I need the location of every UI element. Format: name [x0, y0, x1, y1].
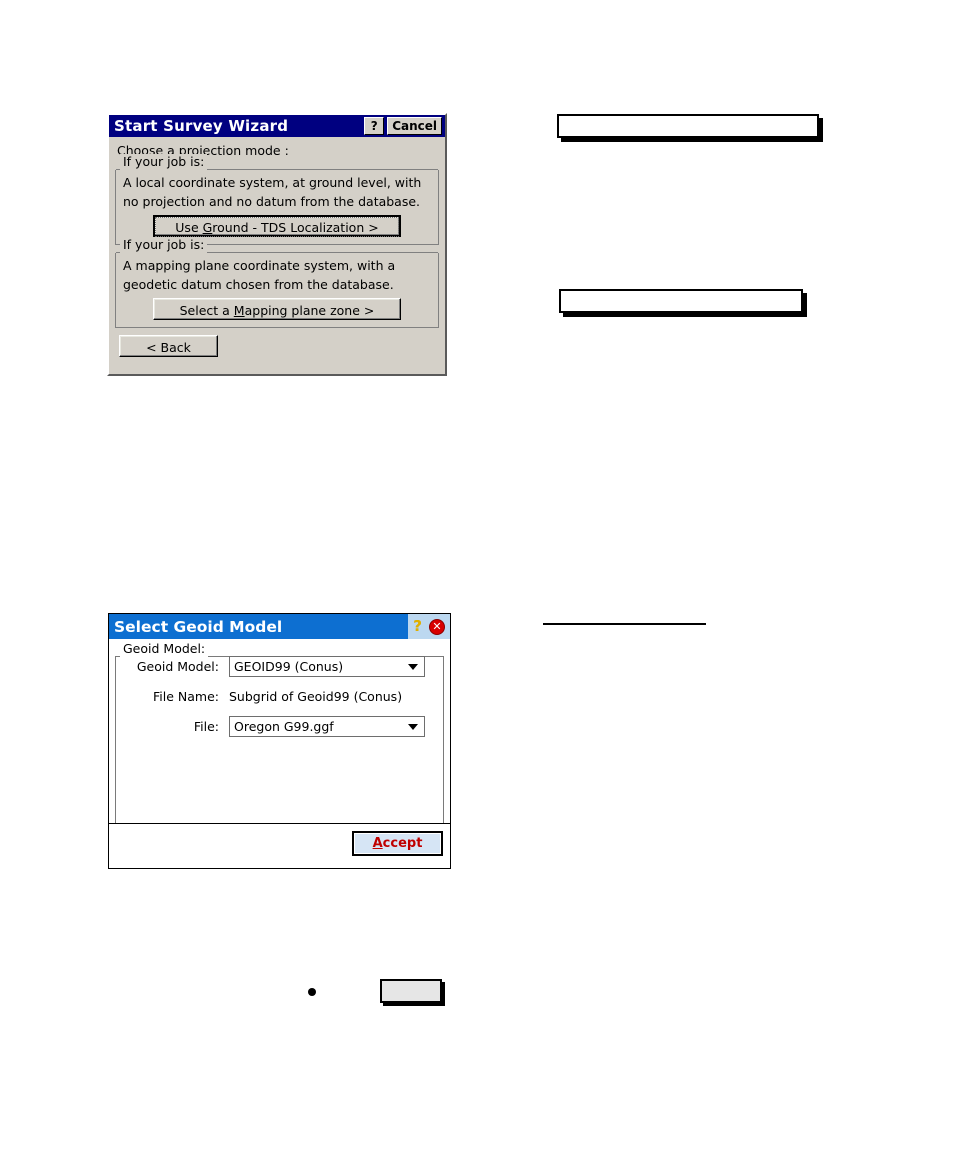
group-border-top: If your job is:: [116, 154, 438, 170]
group-ground-job: If your job is: A local coordinate syste…: [115, 154, 439, 245]
geoid-model-value: GEOID99 (Conus): [234, 659, 344, 674]
group-mapping-job: If your job is: A mapping plane coordina…: [115, 237, 439, 328]
geoid-titlebar: Select Geoid Model ? ✕: [109, 614, 450, 639]
help-button[interactable]: ?: [364, 117, 385, 135]
geoid-model-combobox[interactable]: GEOID99 (Conus): [229, 656, 425, 677]
bullet-point: [308, 988, 316, 996]
file-combobox[interactable]: Oregon G99.ggf: [229, 716, 425, 737]
select-geoid-model-dialog: Select Geoid Model ? ✕ Geoid Model: Geoi…: [108, 613, 451, 869]
group-border-right-segment-2: [207, 252, 438, 253]
close-icon[interactable]: ✕: [429, 618, 445, 635]
geoid-model-groupbox: Geoid Model: Geoid Model: GEOID99 (Conus…: [115, 641, 444, 825]
callout-box-middle: [559, 289, 803, 313]
group-border-right-segment: [207, 169, 438, 170]
dialog-client-area: Choose a projection mode : If your job i…: [109, 137, 445, 357]
titlebar-icon-group: ? ✕: [408, 614, 450, 639]
cancel-button[interactable]: Cancel: [387, 117, 442, 135]
geoid-footer: Accept: [109, 823, 450, 868]
accept-label-rest: ccept: [382, 836, 423, 851]
group-ground-line2: no projection and no datum from the data…: [123, 194, 421, 209]
geoid-group-legend: Geoid Model:: [120, 641, 209, 656]
button-inner: Select a Mapping plane zone >: [154, 299, 400, 321]
accept-button[interactable]: Accept: [352, 831, 443, 856]
back-button-inner: < Back: [120, 336, 217, 358]
group-mapping-line2: geodetic datum chosen from the database.: [123, 277, 394, 292]
geoid-model-label: Geoid Model:: [136, 659, 219, 674]
horizontal-rule: [543, 623, 706, 625]
file-row: File: Oregon G99.ggf: [124, 716, 435, 737]
group-border-left-segment-2: [116, 252, 120, 253]
accesskey-m: M: [233, 302, 245, 318]
use-ground-tds-localization-button[interactable]: Use Ground - TDS Localization >: [153, 215, 401, 237]
file-value: Oregon G99.ggf: [234, 719, 334, 734]
back-button-label: < Back: [146, 339, 191, 355]
start-survey-wizard-dialog: Start Survey Wizard ? Cancel Choose a pr…: [107, 113, 447, 376]
callout-box-top: [557, 114, 819, 138]
file-name-value: Subgrid of Geoid99 (Conus): [229, 689, 403, 704]
use-ground-button-label: Use Ground - TDS Localization >: [175, 219, 379, 235]
group-border-left-segment: [116, 169, 120, 170]
help-icon[interactable]: ?: [413, 619, 422, 634]
geoid-group-left-segment: [116, 656, 120, 657]
file-label: File:: [193, 719, 219, 734]
button-focus-inner: Use Ground - TDS Localization >: [155, 217, 399, 237]
geoid-body: Geoid Model: Geoid Model: GEOID99 (Conus…: [109, 639, 450, 825]
titlebar: Start Survey Wizard ? Cancel: [109, 115, 445, 137]
group-mapping-legend: If your job is:: [120, 237, 208, 252]
window-title: Start Survey Wizard: [114, 117, 289, 135]
accesskey-g: G: [202, 219, 213, 235]
geoid-window-title: Select Geoid Model: [114, 617, 283, 636]
document-page: Start Survey Wizard ? Cancel Choose a pr…: [0, 0, 954, 1159]
group-border-top-2: If your job is:: [116, 237, 438, 253]
group-ground-legend: If your job is:: [120, 154, 208, 169]
chevron-down-icon-file[interactable]: [408, 723, 418, 730]
accept-accesskey: A: [372, 836, 383, 851]
select-mapping-plane-zone-button[interactable]: Select a Mapping plane zone >: [153, 298, 401, 320]
geoid-model-row: Geoid Model: GEOID99 (Conus): [124, 656, 435, 677]
chevron-down-icon[interactable]: [408, 663, 418, 670]
file-name-row: File Name: Subgrid of Geoid99 (Conus): [124, 689, 435, 704]
callout-box-small: [380, 979, 442, 1003]
file-name-label: File Name:: [153, 689, 219, 704]
group-ground-line1: A local coordinate system, at ground lev…: [123, 175, 422, 190]
group-mapping-line1: A mapping plane coordinate system, with …: [123, 258, 396, 273]
back-button[interactable]: < Back: [119, 335, 218, 357]
select-mapping-button-label: Select a Mapping plane zone >: [179, 302, 375, 318]
